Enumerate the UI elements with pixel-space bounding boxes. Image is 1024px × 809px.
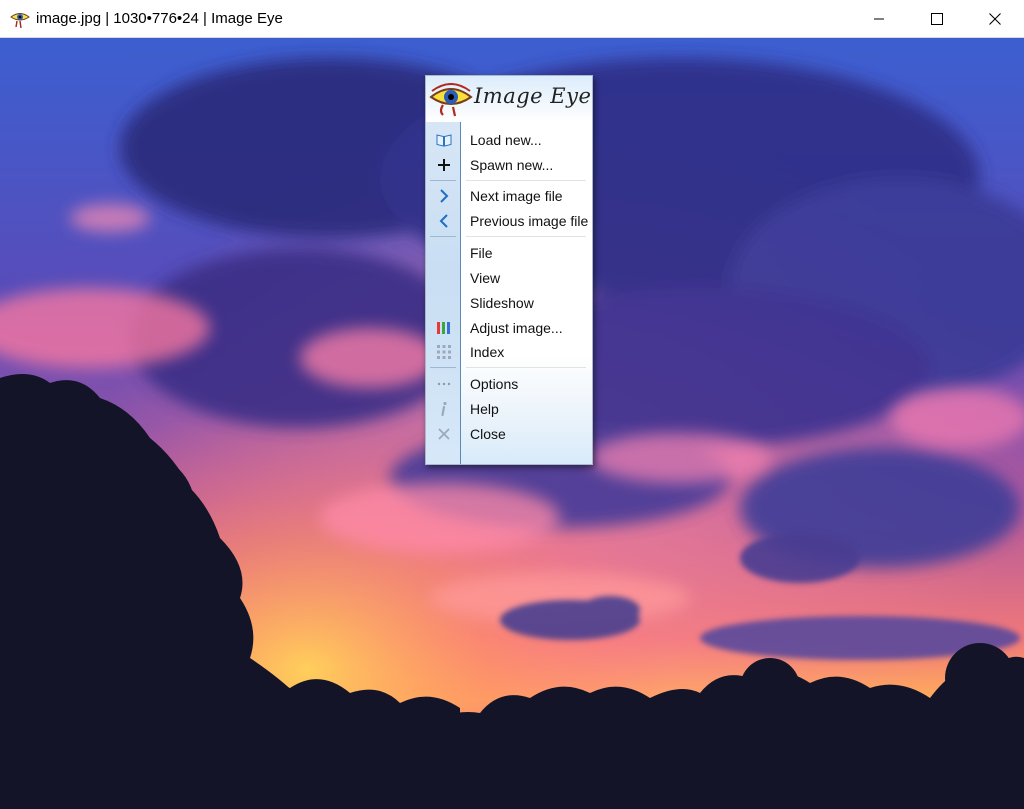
maximize-icon [931,13,943,25]
chevron-left-icon [426,209,461,233]
menu-item-label: Adjust image... [470,320,563,336]
open-book-icon [426,128,461,152]
menu-item-label: Index [470,344,505,360]
strip-separator [430,367,456,368]
close-x-icon [426,422,461,446]
strip-separator [430,236,456,237]
menu-item-label: Spawn new... [470,157,554,173]
menu-item-view[interactable]: View [426,266,592,290]
minimize-button[interactable] [850,0,908,38]
menu-separator [466,180,586,181]
ellipsis-icon [426,372,461,396]
menu-item-options[interactable]: Options [426,372,592,396]
menu-item-label: Load new... [470,132,542,148]
app-eye-icon[interactable] [10,9,30,29]
close-button[interactable] [966,0,1024,38]
menu-item-previous-image[interactable]: Previous image file [426,209,592,233]
color-bars-icon [426,316,461,340]
plus-icon [426,153,461,177]
minimize-icon [874,18,884,20]
menu-item-slideshow[interactable]: Slideshow [426,291,592,315]
context-menu: Image Eye Load new... Spawn new... Next … [425,75,593,465]
menu-item-index[interactable]: Index [426,340,592,364]
menu-item-label: Options [470,376,519,392]
menu-separator [466,236,586,237]
close-icon [989,13,1001,25]
menu-item-label: View [470,270,501,286]
menu-item-file[interactable]: File [426,241,592,265]
menu-item-label: Next image file [470,188,563,204]
menu-item-label: Slideshow [470,295,534,311]
menu-separator [466,367,586,368]
menu-item-label: Previous image file [470,213,589,229]
menu-item-label: File [470,245,493,261]
menu-logo-text: Image Eye [474,84,592,108]
menu-item-adjust-image[interactable]: Adjust image... [426,316,592,340]
eye-logo-icon [429,83,473,122]
info-icon [426,397,461,421]
menu-item-load-new[interactable]: Load new... [426,128,592,152]
grid-icon [426,340,461,364]
menu-item-close[interactable]: Close [426,422,592,446]
menu-header: Image Eye [426,76,592,122]
strip-separator [430,180,456,181]
menu-item-next-image[interactable]: Next image file [426,184,592,208]
window-title: image.jpg | 1030•776•24 | Image Eye [36,10,283,27]
chevron-right-icon [426,184,461,208]
menu-item-spawn-new[interactable]: Spawn new... [426,153,592,177]
menu-item-label: Help [470,401,499,417]
menu-item-label: Close [470,426,506,442]
title-bar: image.jpg | 1030•776•24 | Image Eye [0,0,1024,38]
menu-item-help[interactable]: Help [426,397,592,421]
maximize-button[interactable] [908,0,966,38]
